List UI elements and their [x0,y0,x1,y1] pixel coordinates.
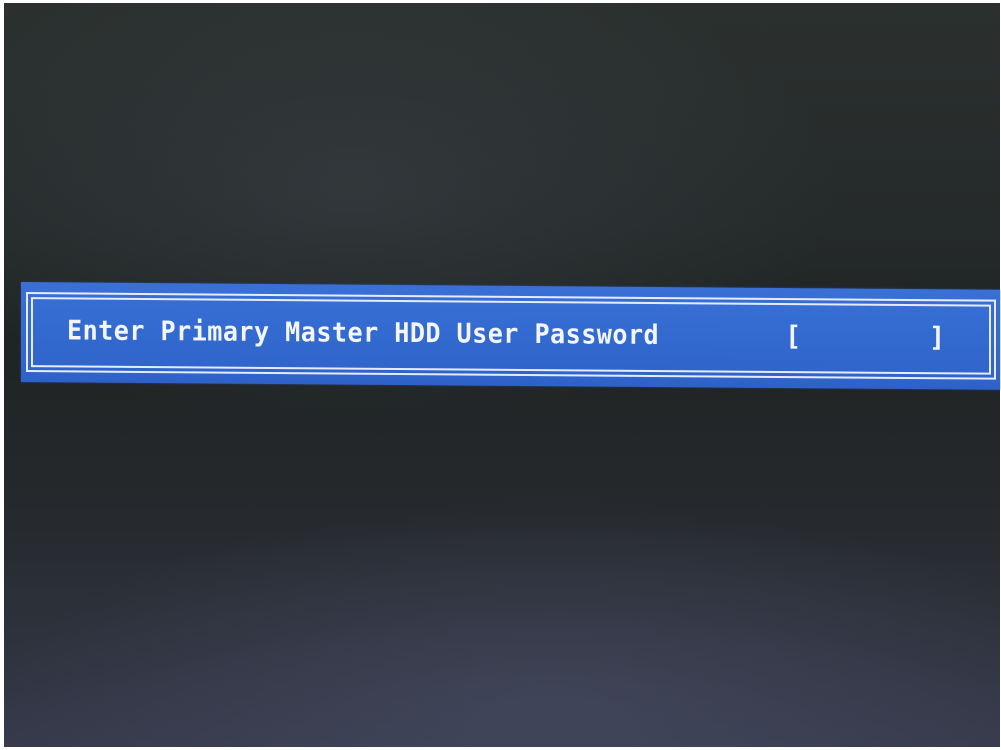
password-prompt-row: Enter Primary Master HDD User Password [… [67,315,960,362]
password-prompt-label: Enter Primary Master HDD User Password [67,315,660,352]
bios-screen: Enter Primary Master HDD User Password [… [4,3,1000,747]
password-field-close-bracket: ] [929,322,946,354]
password-dialog: Enter Primary Master HDD User Password [… [21,282,1000,390]
password-field-open-bracket: [ [785,321,802,353]
password-input-field[interactable] [809,323,929,354]
